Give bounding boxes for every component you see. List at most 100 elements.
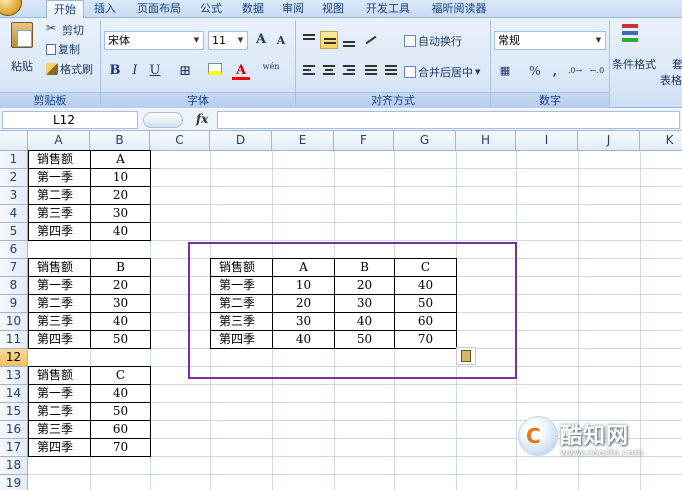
column-header-e[interactable]: E [272,131,334,151]
row-header-3[interactable]: 3 [0,187,28,205]
row-header-14[interactable]: 14 [0,385,28,403]
row-header-4[interactable]: 4 [0,205,28,223]
row-header-6[interactable]: 6 [0,241,28,259]
decrease-indent-icon[interactable] [362,62,380,80]
table-cell[interactable]: 60 [91,421,151,439]
table-cell[interactable]: 第二季 [29,295,91,313]
font-size-select[interactable]: 11 ▼ [208,31,248,50]
table-cell[interactable]: 第三季 [29,313,91,331]
format-painter-button[interactable]: 格式刷 [46,61,93,77]
merge-center-button[interactable]: 合并后居中 ▼ [404,64,480,80]
table-cell[interactable]: 40 [91,313,151,331]
underline-button[interactable]: U [146,62,164,80]
percent-button[interactable]: % [526,62,544,80]
table-cell[interactable]: 第二季 [29,403,91,421]
table-cell[interactable]: A [91,151,151,169]
align-left-icon[interactable] [300,62,318,80]
table-cell[interactable]: 第一季 [29,277,91,295]
table-cell[interactable]: 70 [91,439,151,457]
table-cell[interactable]: 第一季 [29,169,91,187]
tab-developer[interactable]: 开发工具 [358,0,418,18]
tab-data[interactable]: 数据 [236,0,270,18]
paste-button[interactable]: 粘贴 [6,22,38,74]
table-cell[interactable]: 30 [91,295,151,313]
select-all-corner[interactable] [0,131,28,151]
row-header-7[interactable]: 7 [0,259,28,277]
cut-button[interactable]: 剪切 [46,21,84,38]
table-cell[interactable]: 30 [91,205,151,223]
column-header-d[interactable]: D [210,131,272,151]
column-header-j[interactable]: J [578,131,640,151]
table-cell[interactable]: 销售额 [29,151,91,169]
row-header-10[interactable]: 10 [0,313,28,331]
table-cell[interactable]: 50 [91,331,151,349]
row-header-11[interactable]: 11 [0,331,28,349]
column-header-f[interactable]: F [334,131,394,151]
grow-font-button[interactable]: A [252,31,270,49]
column-header-a[interactable]: A [28,131,90,151]
table-cell[interactable]: 销售额 [29,259,91,277]
accounting-format-button[interactable]: ▦ [496,62,514,80]
table-cell[interactable]: 50 [91,403,151,421]
increase-decimal-button[interactable]: .0→ [566,62,584,80]
row-header-19[interactable]: 19 [0,475,28,490]
align-middle-icon[interactable] [320,31,338,49]
table-cell[interactable]: B [91,259,151,277]
fill-color-button[interactable] [206,62,224,80]
conditional-format-button[interactable]: 条件格式 [612,56,656,72]
orientation-icon[interactable] [362,31,380,49]
fx-icon[interactable]: fx [196,112,208,126]
column-header-i[interactable]: I [516,131,578,151]
paste-options-button[interactable] [456,347,476,365]
copy-button[interactable]: 复制 [46,41,80,57]
align-bottom-icon[interactable] [340,31,358,49]
shrink-font-button[interactable]: A [272,32,290,50]
formula-bar-resize-handle[interactable] [143,112,183,128]
comma-button[interactable]: , [546,62,564,80]
row-header-17[interactable]: 17 [0,439,28,457]
name-box[interactable]: L12 [2,111,138,129]
table-cell[interactable]: 第三季 [29,421,91,439]
tab-insert[interactable]: 插入 [88,0,122,18]
table-cell[interactable]: 第四季 [29,223,91,241]
format-as-table-partial[interactable]: 套 [672,56,682,72]
office-button[interactable] [0,0,22,16]
align-right-icon[interactable] [340,62,358,80]
row-header-13[interactable]: 13 [0,367,28,385]
wrap-text-button[interactable]: 自动换行 [404,33,462,49]
row-header-5[interactable]: 5 [0,223,28,241]
borders-button[interactable]: ⊞ [176,62,194,80]
format-as-table-partial-2[interactable]: 表格 [660,72,682,88]
row-header-2[interactable]: 2 [0,169,28,187]
row-header-18[interactable]: 18 [0,457,28,475]
row-header-9[interactable]: 9 [0,295,28,313]
column-header-k[interactable]: K [640,131,682,151]
table-cell[interactable]: 40 [91,223,151,241]
formula-input[interactable] [217,111,680,129]
decrease-decimal-button[interactable]: ←.0 [588,62,606,80]
column-header-h[interactable]: H [456,131,516,151]
tab-view[interactable]: 视图 [316,0,350,18]
table-cell[interactable]: 第四季 [29,331,91,349]
row-header-12[interactable]: 12 [0,349,28,367]
table-cell[interactable]: 20 [91,277,151,295]
italic-button[interactable]: I [126,62,144,80]
font-name-select[interactable]: 宋体 ▼ [104,31,204,50]
row-header-15[interactable]: 15 [0,403,28,421]
tab-page-layout[interactable]: 页面布局 [130,0,188,18]
column-header-g[interactable]: G [394,131,456,151]
tab-formulas[interactable]: 公式 [194,0,228,18]
table-cell[interactable]: 10 [91,169,151,187]
row-header-16[interactable]: 16 [0,421,28,439]
table-cell[interactable]: 20 [91,187,151,205]
table-cell[interactable]: 40 [91,385,151,403]
tab-foxit-reader[interactable]: 福昕阅读器 [424,0,494,18]
row-header-8[interactable]: 8 [0,277,28,295]
align-top-icon[interactable] [300,31,318,49]
table-cell[interactable]: 第二季 [29,187,91,205]
phonetic-button[interactable]: wén [262,62,280,80]
number-format-select[interactable]: 常规 ▼ [494,31,606,50]
align-center-icon[interactable] [320,62,338,80]
table-cell[interactable]: 第三季 [29,205,91,223]
font-color-button[interactable]: A [232,62,250,80]
